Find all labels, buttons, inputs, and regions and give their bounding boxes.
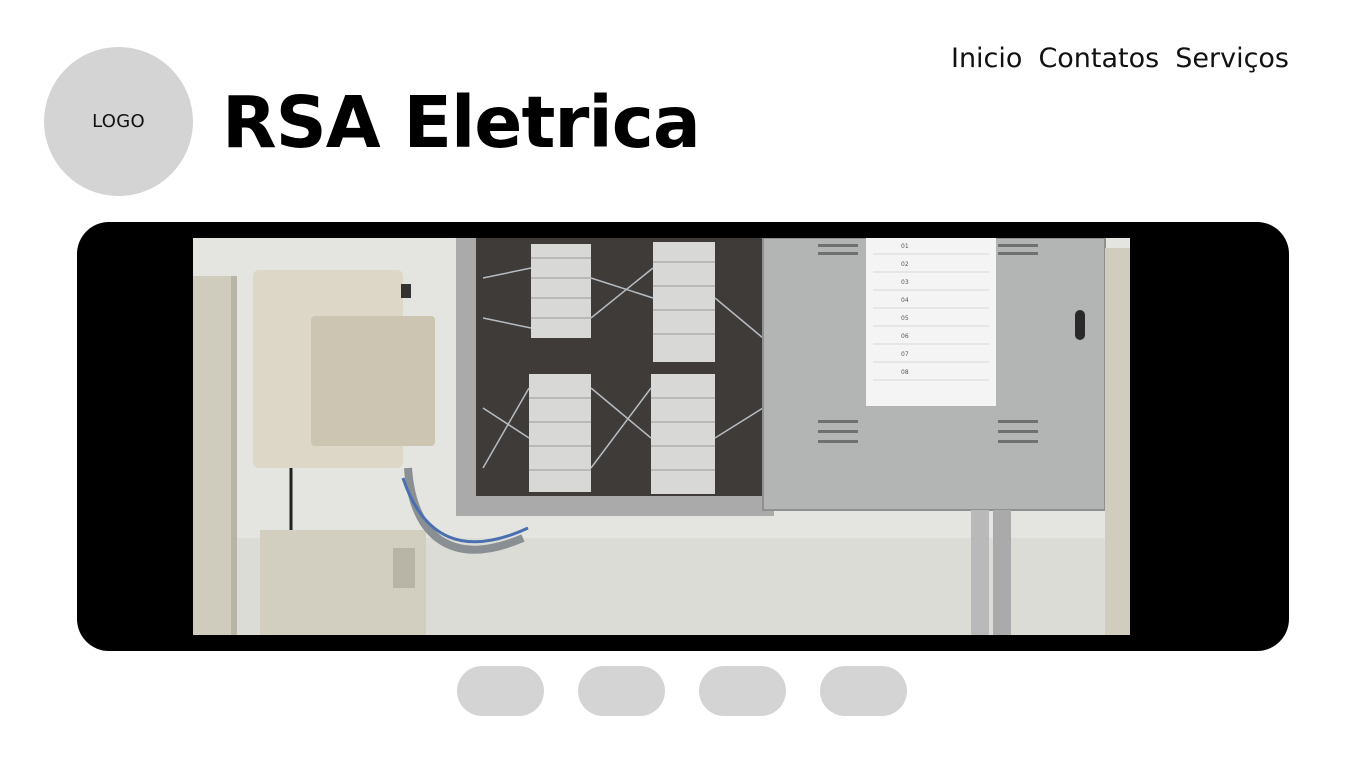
site-title: RSA Eletrica	[222, 81, 701, 164]
nav-link-servicos[interactable]: Serviços	[1175, 40, 1289, 78]
logo-placeholder: LOGO	[44, 47, 193, 196]
logo-text: LOGO	[92, 111, 145, 132]
panel-label-07: 07	[901, 351, 909, 358]
hero-banner: 01 02 03 04 05 06 07 08	[77, 222, 1289, 651]
carousel-dot-1[interactable]	[457, 666, 544, 716]
carousel-dot-3[interactable]	[699, 666, 786, 716]
hero-photo-electrical-panel: 01 02 03 04 05 06 07 08	[193, 238, 1130, 635]
main-nav: Inicio Contatos Serviços	[951, 40, 1289, 78]
panel-label-01: 01	[901, 243, 909, 250]
carousel-dot-2[interactable]	[578, 666, 665, 716]
panel-label-05: 05	[901, 315, 909, 322]
panel-label-06: 06	[901, 333, 909, 340]
carousel-indicators	[457, 666, 907, 716]
panel-label-08: 08	[901, 369, 909, 376]
nav-link-inicio[interactable]: Inicio	[951, 40, 1022, 78]
carousel-dot-4[interactable]	[820, 666, 907, 716]
nav-link-contatos[interactable]: Contatos	[1038, 40, 1159, 78]
panel-label-03: 03	[901, 279, 909, 286]
panel-label-04: 04	[901, 297, 909, 304]
panel-label-02: 02	[901, 261, 909, 268]
